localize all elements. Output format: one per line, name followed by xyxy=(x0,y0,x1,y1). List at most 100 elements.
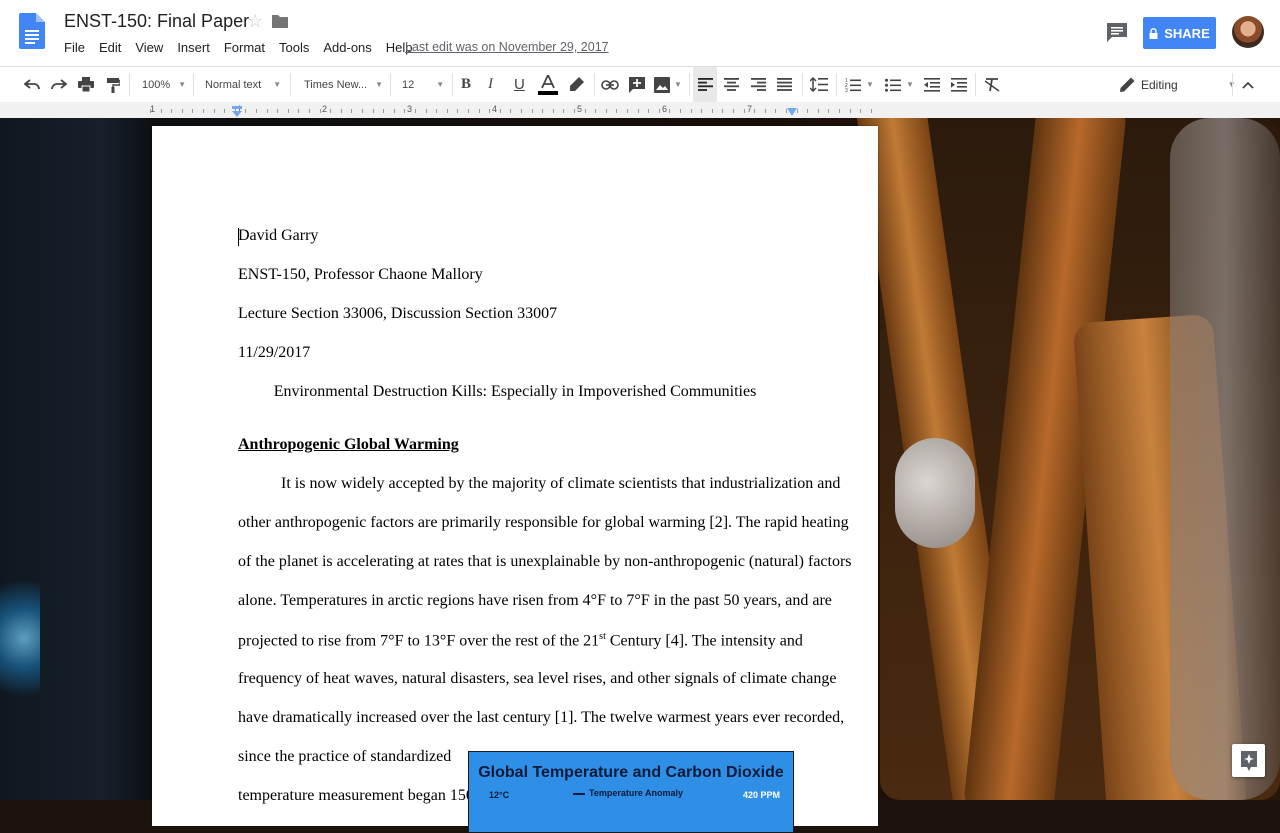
ruler-tick xyxy=(669,109,670,113)
ruler-tick xyxy=(648,109,649,113)
font-size-select[interactable]: 12 ▼ xyxy=(402,67,444,102)
collapse-menus-button[interactable] xyxy=(1242,67,1254,102)
ruler-tick xyxy=(553,109,554,113)
ruler-number: 2 xyxy=(322,104,328,114)
chevron-up-icon xyxy=(1242,81,1254,89)
ruler-tick xyxy=(563,109,564,113)
menu-edit[interactable]: Edit xyxy=(99,40,121,55)
ruler-tick xyxy=(744,109,745,113)
menu-view[interactable]: View xyxy=(135,40,163,55)
menu-tools[interactable]: Tools xyxy=(279,40,309,55)
print-button[interactable] xyxy=(78,67,94,102)
chevron-down-icon: ▼ xyxy=(178,80,187,89)
comment-icon[interactable] xyxy=(1106,22,1128,42)
ruler-tick xyxy=(807,109,808,113)
explore-button[interactable] xyxy=(1232,744,1265,777)
editing-mode-select[interactable]: Editing ▼ xyxy=(1120,67,1236,102)
last-edit-link[interactable]: Last edit was on November 29, 2017 xyxy=(405,40,609,54)
docs-logo-icon[interactable] xyxy=(19,13,45,49)
image-icon xyxy=(654,76,670,93)
ruler-tick xyxy=(765,109,766,113)
toolbar-divider xyxy=(290,73,291,96)
toolbar-divider xyxy=(1232,73,1233,96)
ruler-tick xyxy=(203,109,204,113)
font-select[interactable]: Times New... ▼ xyxy=(304,67,383,102)
toolbar: 100% ▼ Normal text ▼ Times New... ▼ 12 ▼ B I… xyxy=(0,67,1280,103)
numbered-list-icon: 123 xyxy=(845,78,861,92)
menu-file[interactable]: File xyxy=(64,40,85,55)
underline-icon: U xyxy=(514,76,525,93)
document-title[interactable]: ENST-150: Final Paper xyxy=(64,11,249,32)
redo-icon xyxy=(51,78,67,89)
redo-button[interactable] xyxy=(51,67,67,102)
ruler-tick xyxy=(500,109,501,113)
decrease-indent-button[interactable] xyxy=(924,67,940,102)
paragraph-line: temperature measurement began 150 xyxy=(238,787,474,804)
clear-formatting-button[interactable] xyxy=(984,67,1000,102)
ruler-tick xyxy=(457,109,458,113)
document-page[interactable]: David Garry ENST-150, Professor Chaone M… xyxy=(152,126,878,833)
align-center-button[interactable] xyxy=(724,67,739,102)
text-color-button[interactable] xyxy=(538,67,558,102)
menu-insert[interactable]: Insert xyxy=(177,40,210,55)
ruler-tick xyxy=(341,109,342,113)
ruler-tick xyxy=(722,109,723,113)
insert-comment-button[interactable] xyxy=(629,67,645,102)
ruler-tick xyxy=(606,109,607,113)
toolbar-divider xyxy=(802,73,803,96)
chevron-down-icon: ▼ xyxy=(375,80,384,89)
align-left-button[interactable] xyxy=(693,67,717,102)
bold-icon: B xyxy=(461,76,472,92)
paint-format-button[interactable] xyxy=(106,67,120,102)
ruler-tick xyxy=(818,109,819,113)
avatar[interactable] xyxy=(1232,16,1264,48)
bold-button[interactable]: B xyxy=(461,67,471,102)
insert-link-button[interactable] xyxy=(601,67,619,102)
embedded-chart-image[interactable]: Global Temperature and Carbon Dioxide 12… xyxy=(468,751,794,833)
ruler-tick xyxy=(797,109,798,113)
bulleted-list-button[interactable]: ▼ xyxy=(885,67,914,102)
paragraph-line: frequency of heat waves, natural disaste… xyxy=(238,670,837,687)
course-line: ENST-150, Professor Chaone Mallory xyxy=(238,266,483,283)
zoom-select[interactable]: 100% ▼ xyxy=(142,67,186,102)
paragraph-text: projected to rise from 7°F to 13°F over … xyxy=(238,632,600,650)
ruler-tick xyxy=(521,109,522,113)
italic-icon: I xyxy=(488,76,493,92)
highlight-button[interactable] xyxy=(569,67,584,102)
paragraph-text: Century [4]. The intensity and xyxy=(605,632,803,650)
ruler-tick xyxy=(309,109,310,113)
ruler-tick xyxy=(415,109,416,113)
underline-button[interactable]: U xyxy=(514,67,525,102)
numbered-list-button[interactable]: 123 ▼ xyxy=(845,67,874,102)
chart-y-axis-label: 12°C xyxy=(489,790,510,800)
menu-addons[interactable]: Add-ons xyxy=(323,40,371,55)
star-icon[interactable]: ☆ xyxy=(247,11,263,32)
style-select[interactable]: Normal text ▼ xyxy=(205,67,281,102)
toolbar-divider xyxy=(689,73,690,96)
indent-marker-icon[interactable] xyxy=(231,106,243,118)
line-spacing-icon xyxy=(810,77,828,92)
share-button[interactable]: SHARE xyxy=(1143,17,1216,49)
ruler-tick xyxy=(256,109,257,113)
ruler[interactable]: 1 1 2 3 4 5 6 7 xyxy=(0,102,1280,119)
align-justify-button[interactable] xyxy=(777,67,792,102)
insert-image-button[interactable]: ▼ xyxy=(654,67,682,102)
align-right-button[interactable] xyxy=(751,67,766,102)
ruler-tick xyxy=(786,109,787,113)
folder-icon[interactable] xyxy=(272,14,288,28)
line-spacing-button[interactable] xyxy=(810,67,828,102)
ruler-tick xyxy=(680,109,681,113)
date-line: 11/29/2017 xyxy=(238,344,311,361)
ruler-number: 3 xyxy=(407,104,413,114)
ruler-tick xyxy=(659,109,660,113)
increase-indent-button[interactable] xyxy=(951,67,967,102)
ruler-tick xyxy=(712,109,713,113)
undo-button[interactable] xyxy=(24,67,40,102)
menu-format[interactable]: Format xyxy=(224,40,265,55)
toolbar-divider xyxy=(193,73,194,96)
ruler-tick xyxy=(627,109,628,113)
explore-icon xyxy=(1240,750,1257,771)
highlight-pen-icon xyxy=(570,77,584,91)
link-icon xyxy=(601,79,619,90)
italic-button[interactable]: I xyxy=(488,67,493,102)
